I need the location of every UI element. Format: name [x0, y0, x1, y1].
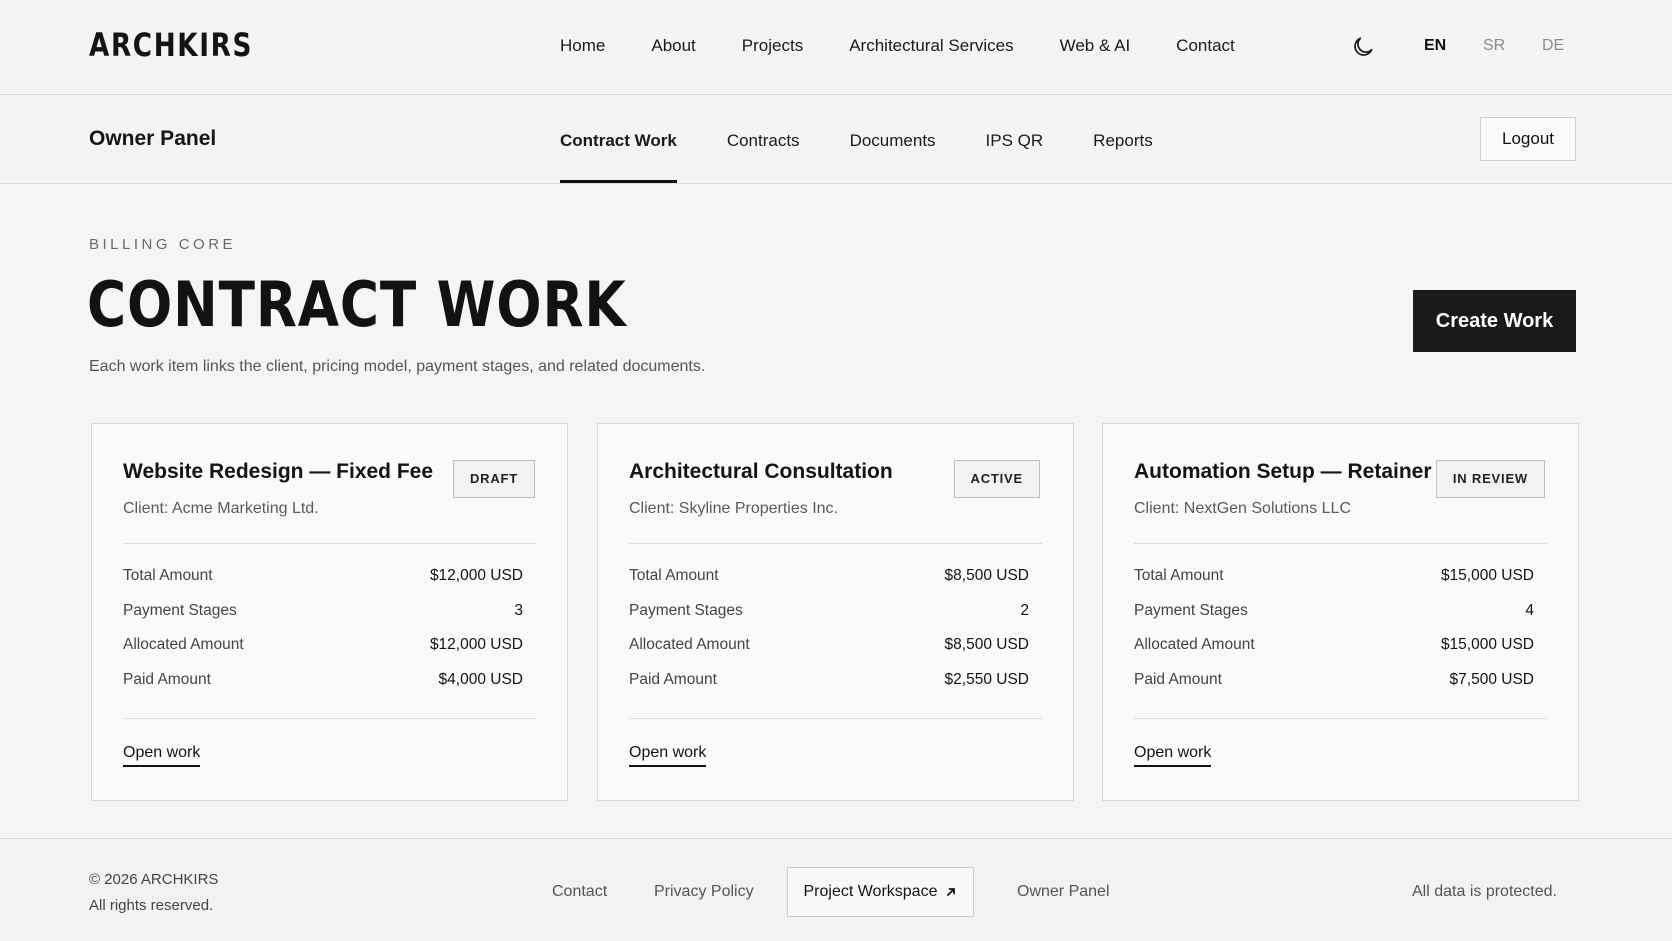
stat-value: $8,500 USD [944, 567, 1029, 584]
divider [123, 543, 536, 544]
stat-value: $15,000 USD [1440, 567, 1534, 584]
project-workspace-button[interactable]: Project Workspace [787, 867, 974, 917]
nav-about[interactable]: About [651, 36, 695, 60]
stat-row-total: Total Amount $8,500 USD [629, 567, 1029, 602]
stat-value: $12,000 USD [429, 636, 523, 653]
work-title: Architectural Consultation [629, 460, 893, 483]
project-workspace-label: Project Workspace [803, 883, 938, 900]
tab-ips-qr[interactable]: IPS QR [986, 95, 1044, 183]
work-title: Automation Setup — Retainer [1134, 460, 1432, 483]
work-card: Automation Setup — Retainer Client: Next… [1102, 423, 1579, 801]
nav-architectural-services[interactable]: Architectural Services [849, 36, 1013, 60]
page: ARCHKIRS Home About Projects Architectur… [0, 0, 1672, 941]
owner-tabs: Contract Work Contracts Documents IPS QR… [560, 95, 1203, 183]
stat-row-total: Total Amount $15,000 USD [1134, 567, 1534, 602]
stat-label: Total Amount [1134, 567, 1224, 584]
stat-row-stages: Payment Stages 3 [123, 602, 523, 637]
lang-en[interactable]: EN [1424, 37, 1446, 55]
stat-row-stages: Payment Stages 4 [1134, 602, 1534, 637]
nav-web-ai[interactable]: Web & AI [1060, 36, 1131, 60]
rights-line: All rights reserved. [89, 897, 214, 914]
stat-value: $2,550 USD [944, 670, 1029, 688]
open-work-link[interactable]: Open work [1134, 744, 1212, 767]
panel-title: Owner Panel [89, 127, 217, 150]
footer-owner-panel-link[interactable]: Owner Panel [1017, 883, 1110, 901]
nav-home[interactable]: Home [560, 36, 605, 60]
nav-contact[interactable]: Contact [1176, 36, 1235, 60]
stat-row-paid: Paid Amount $2,550 USD [629, 671, 1029, 706]
data-protected-note: All data is protected. [1412, 883, 1557, 900]
site-logo[interactable]: ARCHKIRS [89, 26, 253, 64]
stat-label: Paid Amount [1134, 670, 1222, 688]
stat-value: 4 [1525, 601, 1534, 619]
stat-value: 3 [514, 601, 523, 619]
stat-value: $7,500 USD [1449, 670, 1534, 688]
divider [629, 543, 1042, 544]
section-eyebrow: BILLING CORE [89, 236, 237, 253]
work-title: Website Redesign — Fixed Fee [123, 460, 434, 483]
work-card: Website Redesign — Fixed Fee Client: Acm… [91, 423, 568, 801]
language-switcher: EN SR DE [1424, 37, 1564, 55]
stat-row-paid: Paid Amount $7,500 USD [1134, 671, 1534, 706]
stat-label: Paid Amount [629, 670, 717, 688]
nav-projects[interactable]: Projects [742, 36, 803, 60]
stat-row-paid: Paid Amount $4,000 USD [123, 671, 523, 706]
arrow-up-right-icon [947, 888, 956, 896]
work-stats: Total Amount $8,500 USD Payment Stages 2 A… [629, 567, 1029, 705]
stat-row-total: Total Amount $12,000 USD [123, 567, 523, 602]
owner-panel-bar: Owner Panel Contract Work Contracts Docu… [0, 95, 1672, 184]
stat-value: $8,500 USD [944, 636, 1029, 653]
open-work-link[interactable]: Open work [123, 744, 201, 767]
tab-contract-work[interactable]: Contract Work [560, 95, 677, 183]
footer-privacy-link[interactable]: Privacy Policy [654, 883, 754, 901]
copyright-line: © 2026 ARCHKIRS [89, 871, 219, 888]
stat-value: $15,000 USD [1440, 636, 1534, 653]
divider [1134, 718, 1547, 719]
stat-label: Payment Stages [1134, 601, 1248, 619]
stat-row-allocated: Allocated Amount $15,000 USD [1134, 636, 1534, 671]
tab-contracts[interactable]: Contracts [727, 95, 800, 183]
page-title: CONTRACT WORK [87, 268, 627, 341]
page-description: Each work item links the client, pricing… [89, 358, 706, 375]
stat-value: $12,000 USD [429, 567, 523, 584]
stat-label: Allocated Amount [1134, 636, 1255, 653]
logout-button[interactable]: Logout [1480, 117, 1576, 161]
site-header: ARCHKIRS Home About Projects Architectur… [0, 0, 1672, 95]
lang-sr[interactable]: SR [1483, 37, 1505, 55]
divider [1134, 543, 1547, 544]
stat-row-allocated: Allocated Amount $12,000 USD [123, 636, 523, 671]
footer-contact-link[interactable]: Contact [552, 883, 607, 901]
stat-label: Allocated Amount [123, 636, 244, 653]
stat-value: 2 [1020, 601, 1029, 619]
work-client: Client: Skyline Properties Inc. [629, 500, 838, 517]
main-nav: Home About Projects Architectural Servic… [560, 36, 1235, 60]
stat-label: Payment Stages [123, 601, 237, 619]
open-work-link[interactable]: Open work [629, 744, 707, 767]
site-footer: © 2026 ARCHKIRS All rights reserved. Con… [0, 838, 1672, 941]
create-work-button[interactable]: Create Work [1413, 290, 1576, 352]
lang-de[interactable]: DE [1542, 37, 1564, 55]
stat-row-allocated: Allocated Amount $8,500 USD [629, 636, 1029, 671]
stat-label: Allocated Amount [629, 636, 750, 653]
stat-row-stages: Payment Stages 2 [629, 602, 1029, 637]
status-badge: IN REVIEW [1435, 460, 1545, 498]
tab-documents[interactable]: Documents [850, 95, 936, 183]
stat-label: Payment Stages [629, 601, 743, 619]
tab-reports[interactable]: Reports [1093, 95, 1153, 183]
stat-label: Total Amount [629, 567, 719, 584]
stat-label: Total Amount [123, 567, 213, 584]
work-card: Architectural Consultation Client: Skyli… [597, 423, 1074, 801]
stat-value: $4,000 USD [438, 670, 523, 688]
work-stats: Total Amount $15,000 USD Payment Stages 4 … [1134, 567, 1534, 705]
work-client: Client: Acme Marketing Ltd. [123, 500, 319, 517]
moon-icon[interactable] [1350, 34, 1376, 60]
copyright: © 2026 ARCHKIRS All rights reserved. [89, 867, 218, 919]
status-badge: DRAFT [452, 460, 535, 498]
status-badge: ACTIVE [953, 460, 1040, 498]
stat-label: Paid Amount [123, 670, 211, 688]
divider [629, 718, 1042, 719]
work-client: Client: NextGen Solutions LLC [1134, 500, 1351, 517]
divider [123, 718, 536, 719]
work-stats: Total Amount $12,000 USD Payment Stages 3 … [123, 567, 523, 705]
